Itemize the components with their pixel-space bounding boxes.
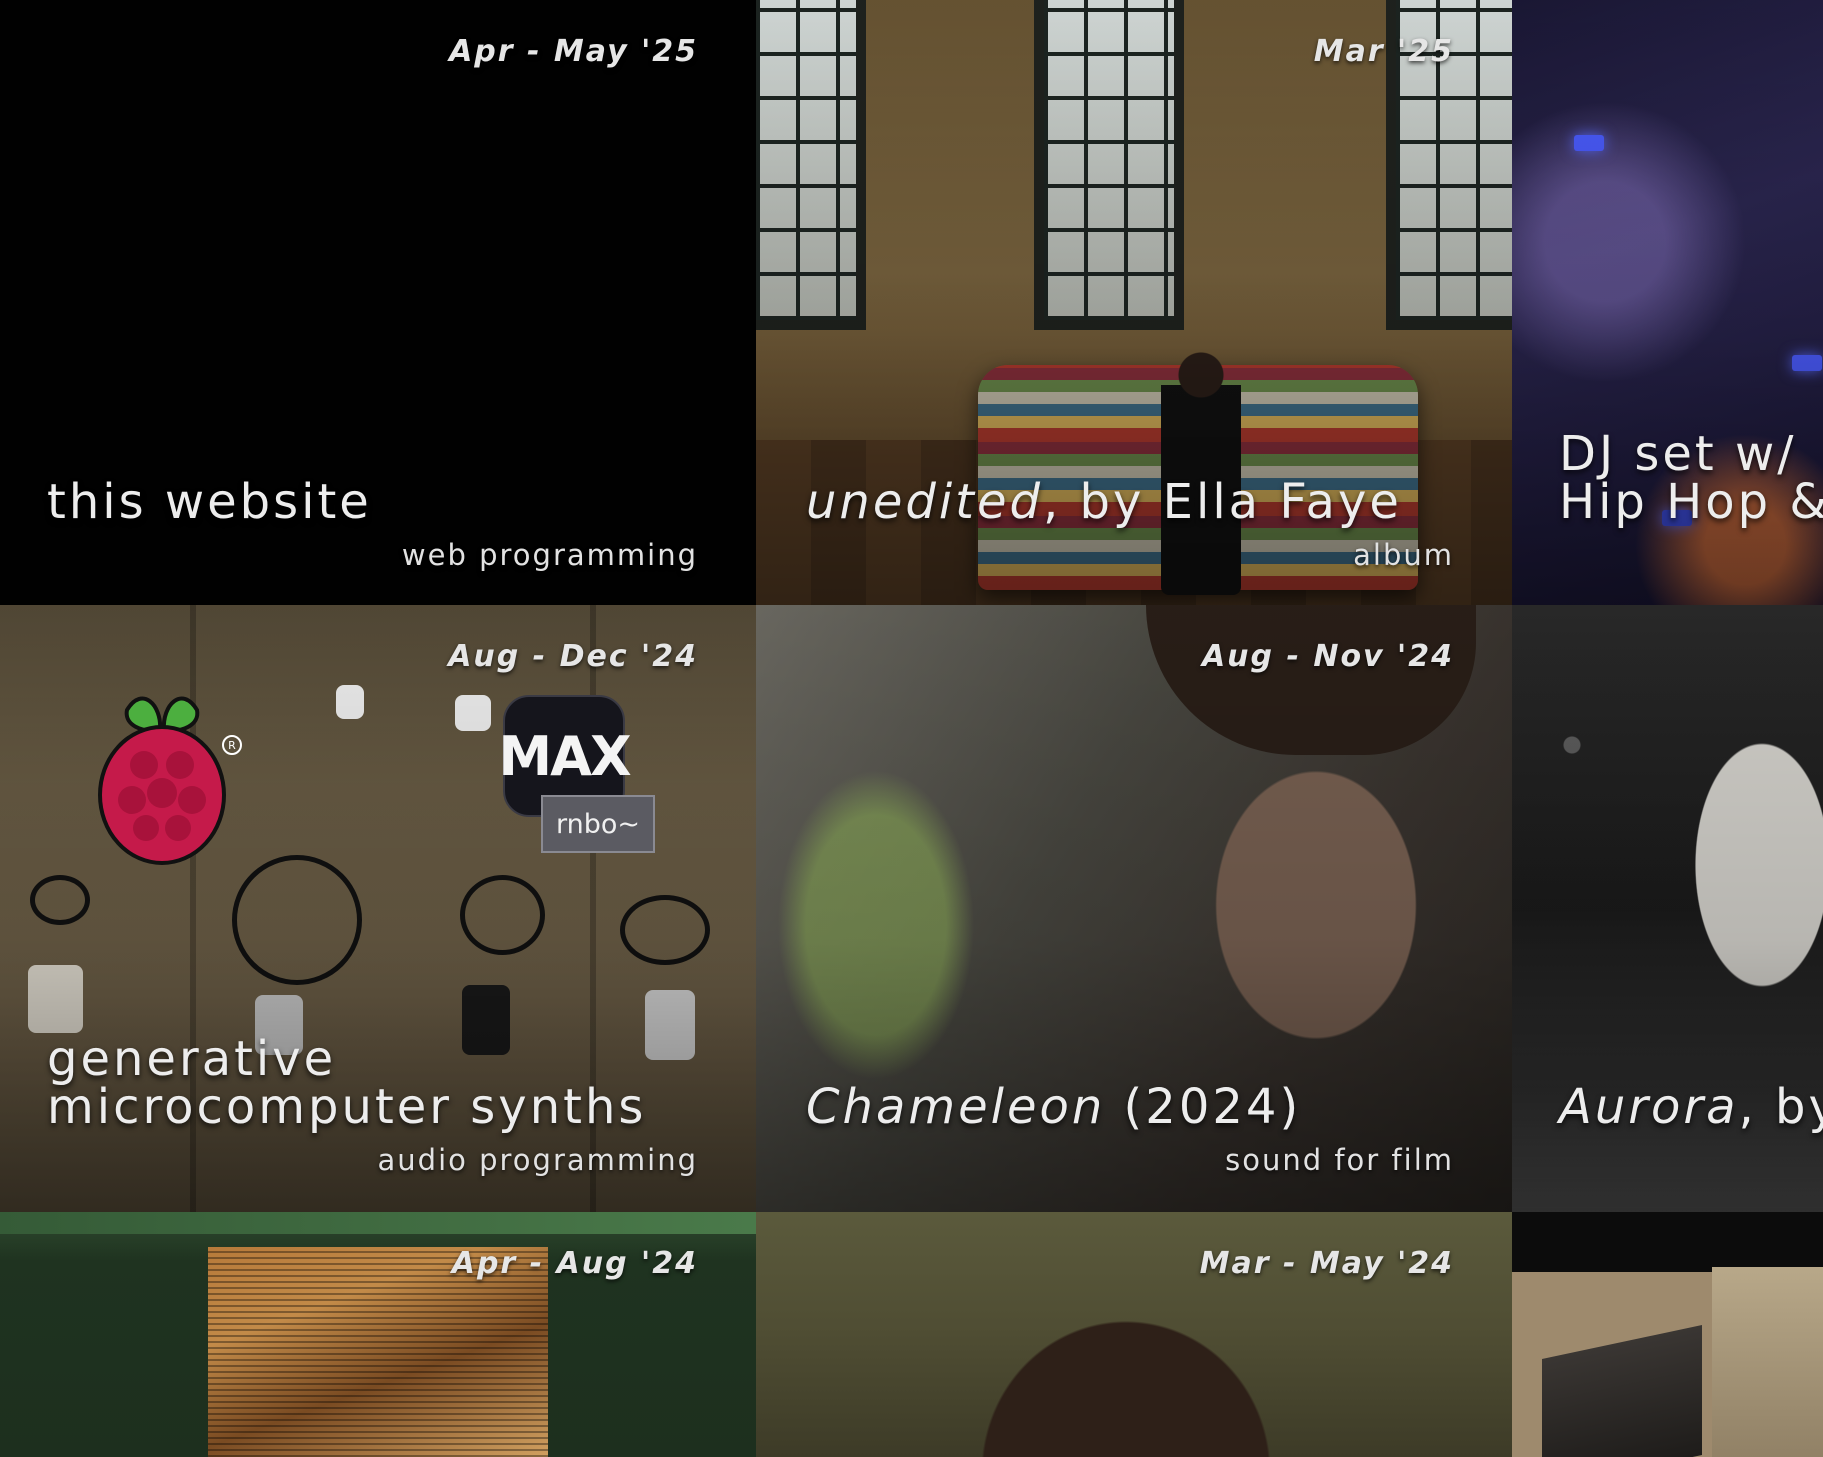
project-category: web programming (401, 538, 698, 572)
project-title-line-1: DJ set w/ (1559, 426, 1797, 482)
project-card-this-website[interactable]: Apr - May '25 this website web programmi… (0, 0, 756, 605)
card-background-speakers (1512, 1212, 1823, 1457)
project-title-italic: unedited (806, 474, 1043, 530)
project-card-unedited[interactable]: Mar '25 unedited, by Ella Faye album (756, 0, 1512, 605)
project-category: sound for film (1225, 1143, 1454, 1177)
screen-bar-image (0, 1212, 756, 1234)
project-title-italic: Aurora (1559, 1079, 1739, 1135)
project-title: this website (47, 474, 372, 530)
speaker-image (1712, 1267, 1823, 1457)
project-category: audio programming (377, 1143, 698, 1177)
project-title: Aurora, by (1559, 1083, 1823, 1131)
project-card-microcomputer-synths[interactable]: R MAX rnbo~ Aug - Dec '24 generative mic… (0, 605, 756, 1212)
project-card-aurora[interactable]: Aurora, by (1512, 605, 1823, 1212)
project-date: Mar - May '24 (1199, 1246, 1454, 1281)
project-title-rest: , by (1738, 1079, 1823, 1135)
project-date: Mar '25 (1313, 34, 1454, 69)
project-date: Apr - Aug '24 (451, 1246, 698, 1281)
speaker-image (1542, 1324, 1702, 1457)
project-date: Aug - Dec '24 (448, 639, 698, 674)
project-title-line-1: generative (47, 1031, 337, 1087)
project-title-italic: Chameleon (806, 1079, 1106, 1135)
project-title-rest: , by Ella Faye (1043, 474, 1402, 530)
project-category: album (1353, 538, 1454, 572)
svg-text:R: R (228, 739, 236, 752)
project-card-portrait[interactable]: Mar - May '24 (756, 1212, 1512, 1457)
project-date: Apr - May '25 (449, 34, 698, 69)
project-date: Aug - Nov '24 (1201, 639, 1454, 674)
project-title: Chameleon (2024) (806, 1083, 1301, 1131)
project-card-speakers[interactable] (1512, 1212, 1823, 1457)
raspberry-pi-logo: R (98, 696, 242, 865)
rnbo-badge: rnbo~ (541, 795, 655, 853)
project-title-line-2: Hip Hop & (1559, 474, 1823, 530)
project-card-dj-set[interactable]: DJ set w/ Hip Hop & (1512, 0, 1823, 605)
project-card-chameleon[interactable]: Aug - Nov '24 Chameleon (2024) sound for… (756, 605, 1512, 1212)
project-grid: Apr - May '25 this website web programmi… (0, 0, 1823, 1457)
project-card-studio[interactable]: Apr - Aug '24 (0, 1212, 756, 1457)
project-title-rest: (2024) (1105, 1079, 1302, 1135)
project-title-line-2: microcomputer synths (47, 1079, 647, 1135)
project-title: unedited, by Ella Faye (806, 478, 1402, 526)
